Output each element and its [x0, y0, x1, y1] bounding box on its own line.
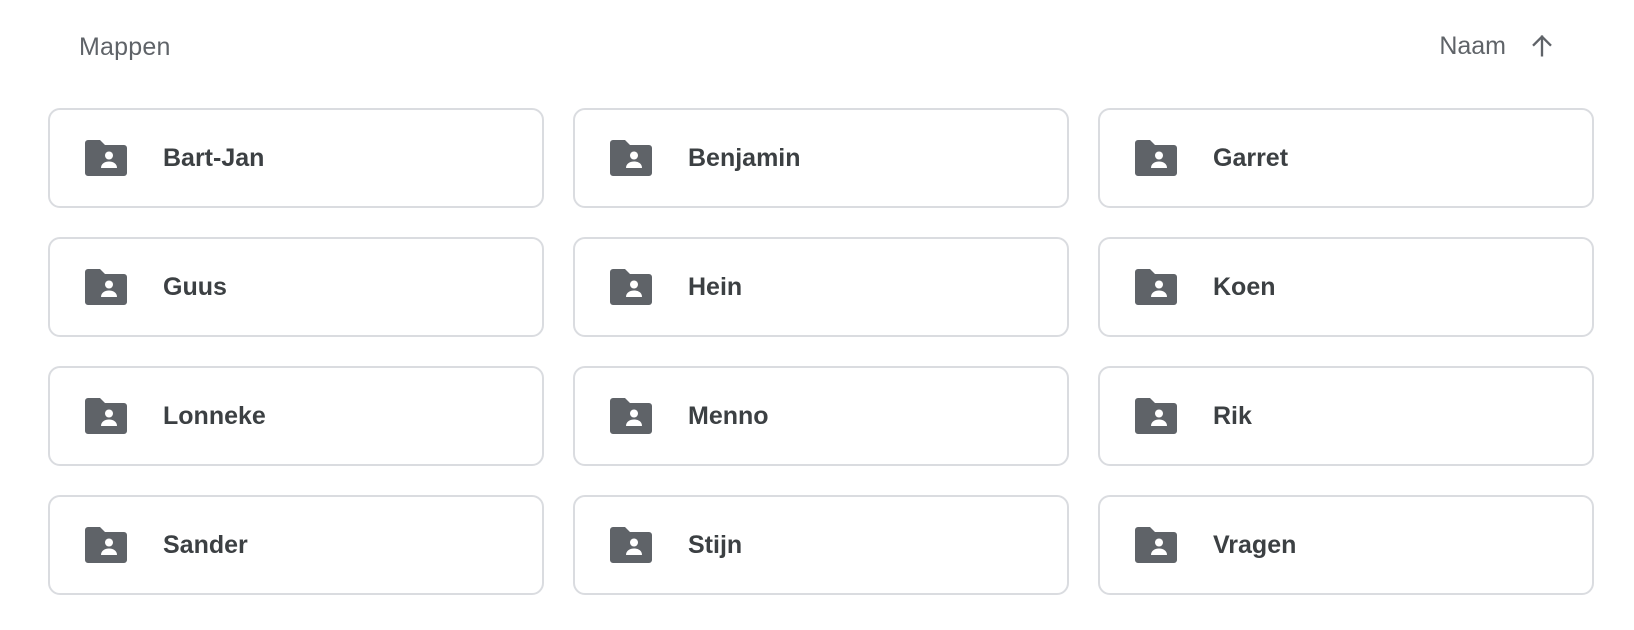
sort-by-name-button[interactable]: Naam	[1439, 22, 1558, 70]
shared-folder-icon	[610, 269, 652, 305]
shared-folder-icon	[85, 398, 127, 434]
folder-card-hein[interactable]: Hein	[573, 237, 1069, 337]
folder-card-bart-jan[interactable]: Bart-Jan	[48, 108, 544, 208]
folder-card-vragen[interactable]: Vragen	[1098, 495, 1594, 595]
shared-folder-icon	[85, 527, 127, 563]
folder-name: Lonneke	[163, 401, 266, 430]
folder-card-lonneke[interactable]: Lonneke	[48, 366, 544, 466]
shared-folder-icon	[1135, 140, 1177, 176]
folder-name: Rik	[1213, 401, 1252, 430]
folder-card-menno[interactable]: Menno	[573, 366, 1069, 466]
folder-card-koen[interactable]: Koen	[1098, 237, 1594, 337]
shared-folder-icon	[85, 269, 127, 305]
folder-name: Guus	[163, 272, 227, 301]
folder-name: Benjamin	[688, 143, 801, 172]
folder-card-rik[interactable]: Rik	[1098, 366, 1594, 466]
folder-name: Menno	[688, 401, 769, 430]
folder-card-garret[interactable]: Garret	[1098, 108, 1594, 208]
folder-name: Garret	[1213, 143, 1289, 172]
folder-name: Bart-Jan	[163, 143, 265, 172]
folder-name: Vragen	[1213, 530, 1297, 559]
folder-name: Stijn	[688, 530, 743, 559]
shared-folder-icon	[1135, 527, 1177, 563]
shared-folder-icon	[1135, 269, 1177, 305]
section-title: Mappen	[79, 33, 171, 61]
shared-folder-icon	[1135, 398, 1177, 434]
shared-folder-icon	[610, 398, 652, 434]
shared-folder-icon	[610, 140, 652, 176]
folder-name: Sander	[163, 530, 248, 559]
sort-label: Naam	[1439, 31, 1506, 60]
folder-name: Koen	[1213, 272, 1276, 301]
folder-grid: Bart-Jan Benjamin Garret Guus Hein Koen …	[48, 108, 1594, 595]
folder-card-guus[interactable]: Guus	[48, 237, 544, 337]
folder-name: Hein	[688, 272, 743, 301]
shared-folder-icon	[85, 140, 127, 176]
arrow-up-icon[interactable]	[1526, 30, 1558, 62]
shared-folder-icon	[610, 527, 652, 563]
folders-header: Mappen Naam	[0, 0, 1634, 96]
folder-card-stijn[interactable]: Stijn	[573, 495, 1069, 595]
folder-card-benjamin[interactable]: Benjamin	[573, 108, 1069, 208]
folder-card-sander[interactable]: Sander	[48, 495, 544, 595]
